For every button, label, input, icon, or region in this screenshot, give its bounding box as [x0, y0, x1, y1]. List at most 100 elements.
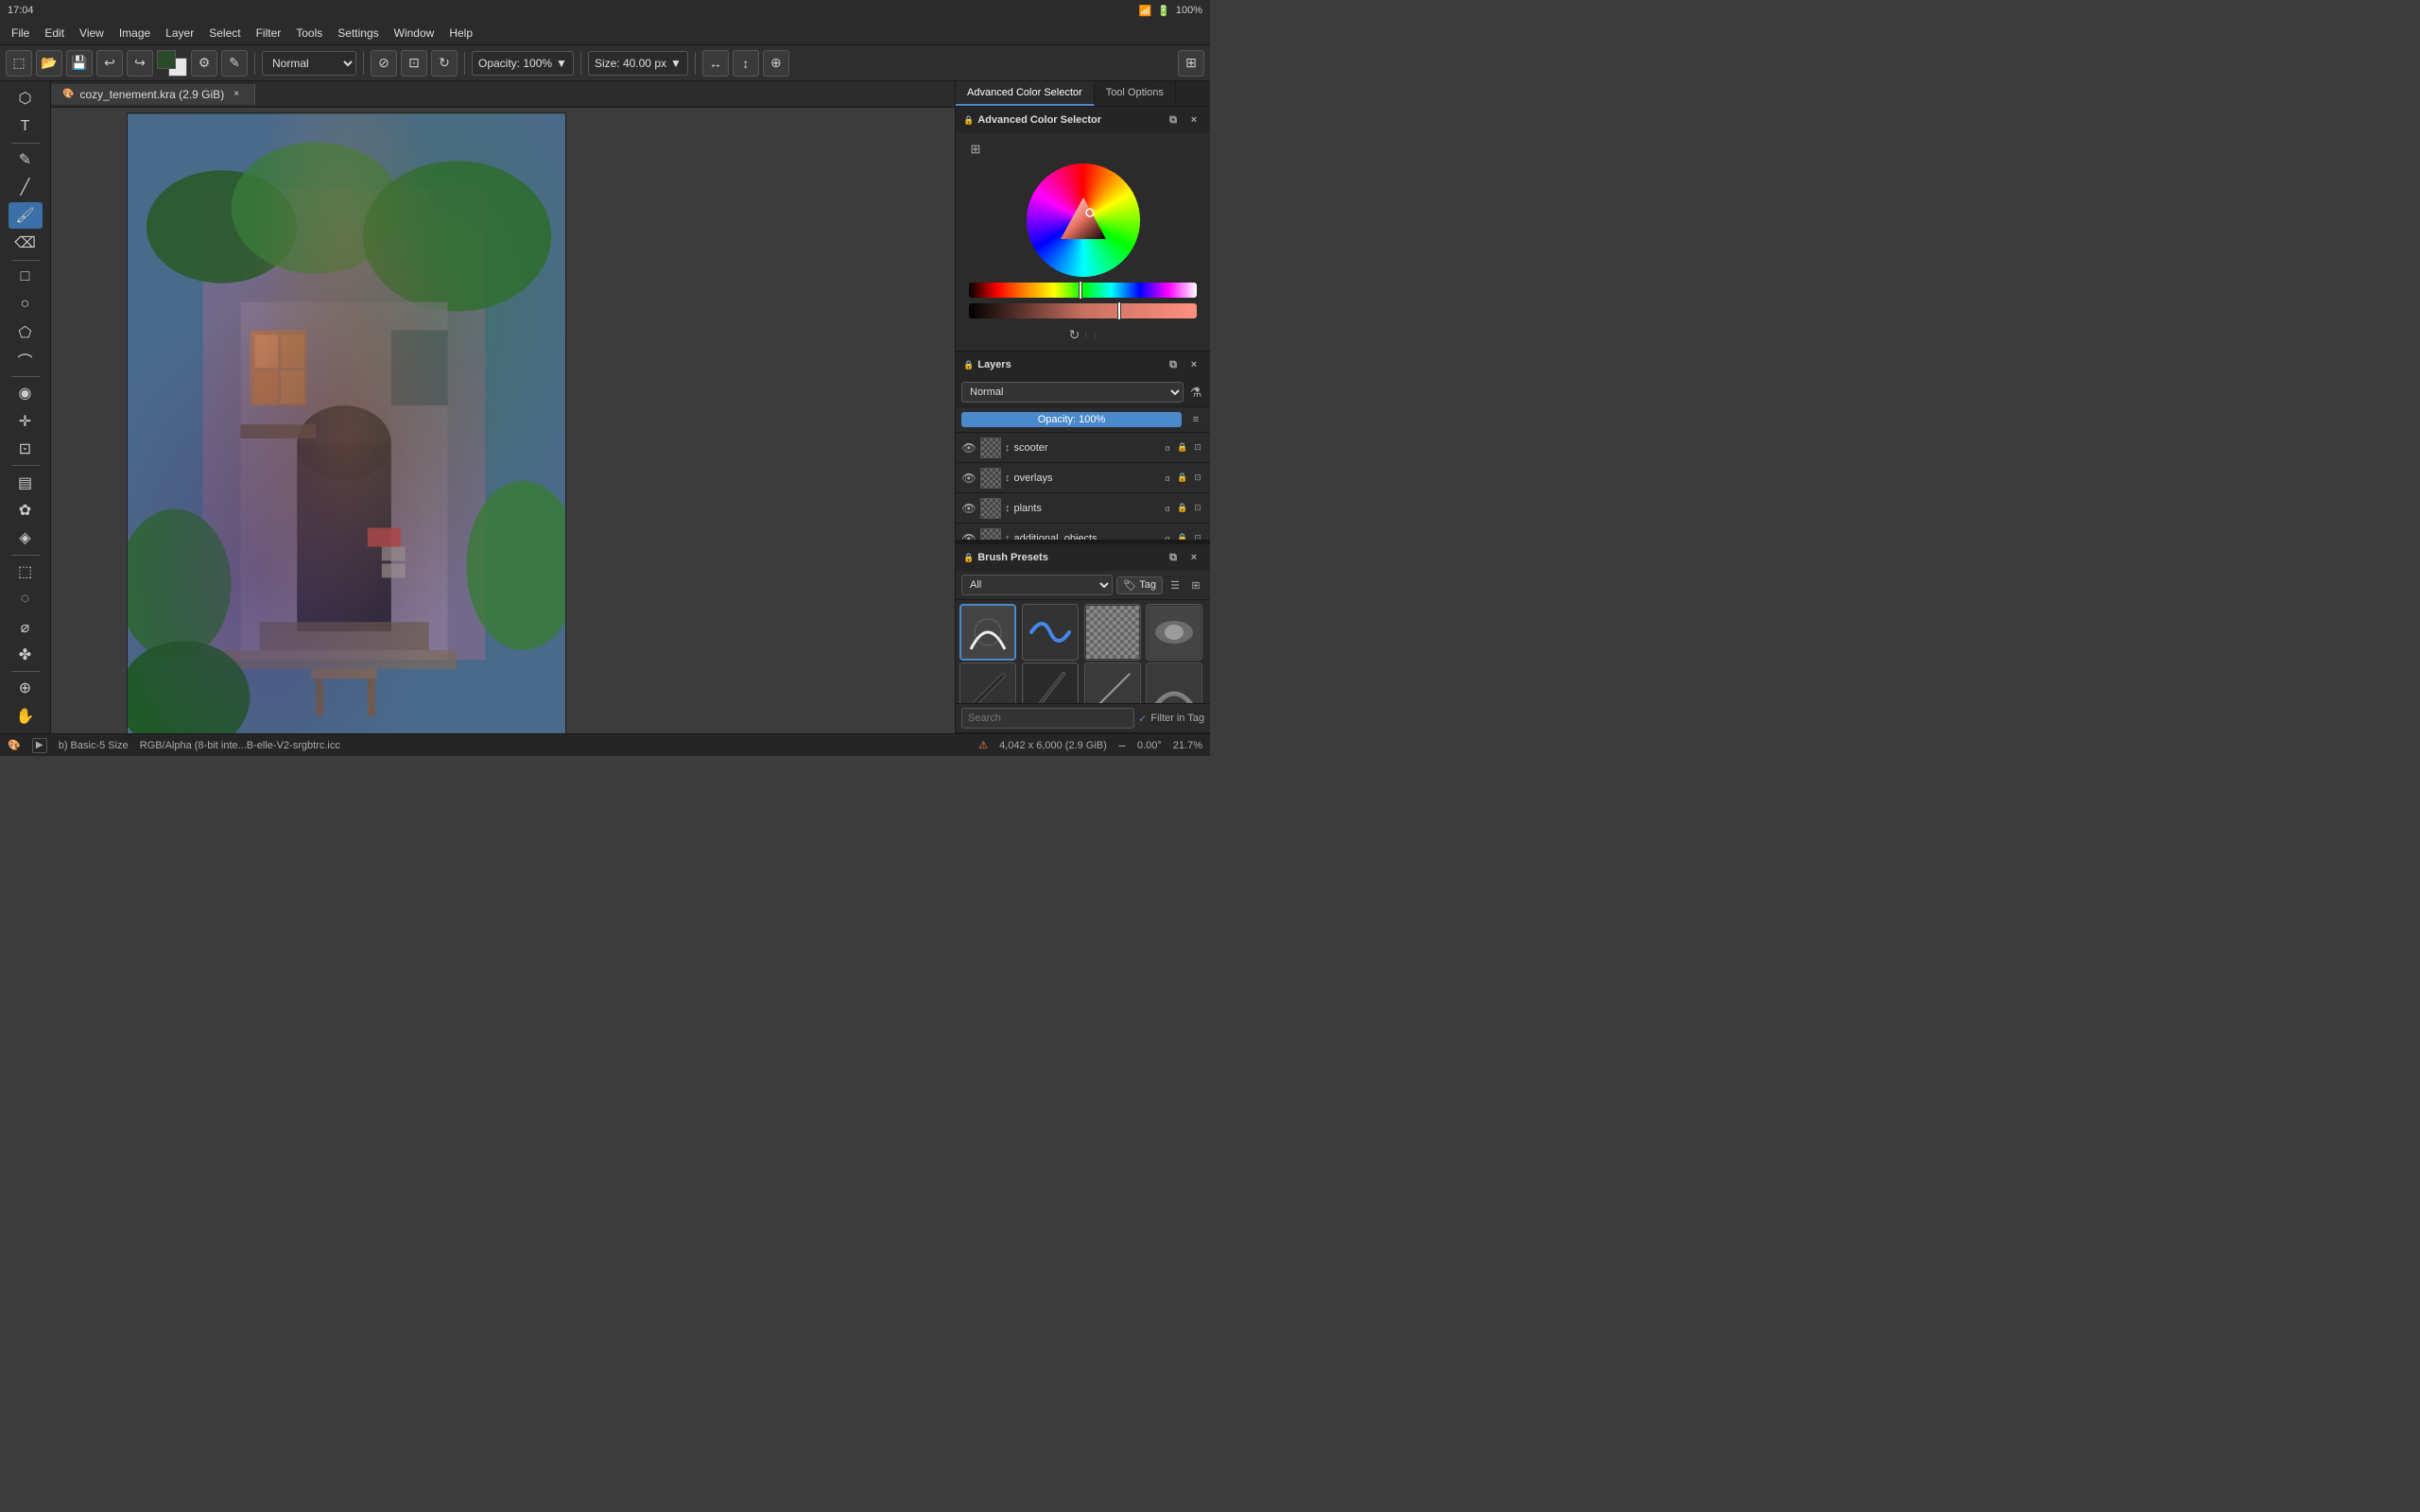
brush-grid-view-icon[interactable]: ⊞	[1187, 576, 1204, 593]
layer-inherit-alpha[interactable]: α	[1161, 532, 1174, 541]
blend-mode-select[interactable]: Normal Multiply Screen Overlay	[262, 51, 356, 76]
color-settings-button[interactable]: ⚙	[191, 50, 217, 77]
preserve-alpha-button[interactable]: ⊡	[401, 50, 427, 77]
layer-lock[interactable]: 🔒	[1176, 532, 1189, 541]
color-wheel-container[interactable]	[1027, 163, 1140, 277]
layer-visibility-toggle[interactable]: 👁	[961, 501, 977, 516]
tool-select[interactable]: ⬡	[9, 85, 43, 112]
tool-zoom[interactable]: ⊕	[9, 675, 43, 701]
color-selector-header[interactable]: 🔒 Advanced Color Selector ⧉ ×	[956, 107, 1210, 133]
brush-preset-airbrush[interactable]	[1084, 604, 1141, 661]
tool-gradient[interactable]: ▤	[9, 469, 43, 495]
layer-mask[interactable]: ⊡	[1191, 441, 1204, 455]
zoom-out-button[interactable]: −	[1118, 738, 1126, 753]
layers-collapse-icon[interactable]: 🔒	[963, 360, 974, 370]
layer-lock[interactable]: 🔒	[1176, 441, 1189, 455]
tool-freehand[interactable]: ✎	[9, 146, 43, 173]
tab-tool-options[interactable]: Tool Options	[1095, 81, 1176, 106]
lightness-cursor[interactable]	[1117, 301, 1121, 320]
new-button[interactable]: ⬚	[6, 50, 32, 77]
size-arrow[interactable]: ▼	[670, 57, 682, 70]
close-layers-icon[interactable]: ×	[1185, 356, 1202, 373]
color-refresh-icon[interactable]: ↻	[1066, 326, 1083, 343]
layer-item[interactable]: 👁 ↕ overlays α 🔒 ⊡	[956, 463, 1210, 493]
close-canvas-button[interactable]: ×	[230, 88, 243, 101]
menu-filter[interactable]: Filter	[249, 25, 289, 42]
menu-window[interactable]: Window	[387, 25, 442, 42]
menu-view[interactable]: View	[72, 25, 112, 42]
layer-options-icon[interactable]: ≡	[1187, 411, 1204, 428]
layers-header[interactable]: 🔒 Layers ⧉ ×	[956, 352, 1210, 378]
menu-settings[interactable]: Settings	[330, 25, 386, 42]
tool-ellipse-select[interactable]: ◌	[9, 586, 43, 612]
open-button[interactable]: 📂	[36, 50, 62, 77]
save-button[interactable]: 💾	[66, 50, 93, 77]
brush-presets-header[interactable]: 🔒 Brush Presets ⧉ ×	[956, 544, 1210, 571]
tool-brush[interactable]: 🖌	[9, 202, 43, 229]
hue-strip[interactable]	[969, 283, 1197, 298]
lightness-strip[interactable]	[969, 303, 1197, 318]
menu-edit[interactable]: Edit	[37, 25, 72, 42]
detach-brush-icon[interactable]: ⧉	[1165, 549, 1182, 566]
layer-item[interactable]: 👁 ↕ scooter α 🔒 ⊡	[956, 433, 1210, 463]
tool-ellipse[interactable]: ○	[9, 291, 43, 318]
redo-button[interactable]: ↪	[127, 50, 153, 77]
layer-opacity-track[interactable]: Opacity: 100%	[961, 412, 1182, 427]
menu-tools[interactable]: Tools	[288, 25, 330, 42]
layer-mask[interactable]: ⊡	[1191, 502, 1204, 515]
brush-preset-smear[interactable]	[1146, 604, 1202, 661]
tool-line[interactable]: ╱	[9, 174, 43, 200]
layer-move-icon[interactable]: ↕	[1005, 472, 1011, 484]
mirror-h-button[interactable]: ↔	[702, 50, 729, 77]
menu-select[interactable]: Select	[201, 25, 248, 42]
layer-mask[interactable]: ⊡	[1191, 472, 1204, 485]
layer-filter-icon[interactable]: ⚗	[1187, 384, 1204, 401]
tool-polygon[interactable]: ⬠	[9, 318, 43, 345]
detach-layers-icon[interactable]: ⧉	[1165, 356, 1182, 373]
brush-list-view-icon[interactable]: ☰	[1167, 576, 1184, 593]
tool-patch[interactable]: ◈	[9, 524, 43, 551]
canvas-viewport[interactable]: wotny	[51, 108, 955, 733]
layer-visibility-toggle[interactable]: 👁	[961, 440, 977, 455]
layer-inherit-alpha[interactable]: α	[1161, 441, 1174, 455]
brush-preset-basic-5[interactable]	[959, 604, 1016, 661]
brush-settings-button[interactable]: ✎	[221, 50, 248, 77]
color-history-icon[interactable]: ⊞	[967, 141, 984, 158]
layer-item[interactable]: 👁 ↕ additional_objects α 🔒 ⊡	[956, 524, 1210, 541]
erase-mode-button[interactable]: ⊘	[371, 50, 397, 77]
brush-tag-button[interactable]: 🏷 Tag	[1116, 576, 1163, 594]
wrap-button[interactable]: ↻	[431, 50, 458, 77]
foreground-color-swatch[interactable]	[157, 50, 176, 69]
opacity-arrow[interactable]: ▼	[556, 57, 567, 70]
menu-help[interactable]: Help	[441, 25, 480, 42]
layer-blend-mode-select[interactable]: Normal Multiply Screen	[961, 382, 1184, 403]
layer-move-icon[interactable]: ↕	[1005, 533, 1011, 541]
undo-button[interactable]: ↩	[96, 50, 123, 77]
color-swatches[interactable]	[157, 50, 187, 77]
tool-bezier[interactable]: ⌒	[9, 347, 43, 373]
close-color-icon[interactable]: ×	[1185, 112, 1202, 129]
detach-color-icon[interactable]: ⧉	[1165, 112, 1182, 129]
tool-pan[interactable]: ✋	[9, 703, 43, 730]
layer-visibility-toggle[interactable]: 👁	[961, 531, 977, 541]
layer-inherit-alpha[interactable]: α	[1161, 502, 1174, 515]
menu-layer[interactable]: Layer	[158, 25, 201, 42]
layer-lock[interactable]: 🔒	[1176, 472, 1189, 485]
menu-file[interactable]: File	[4, 25, 37, 42]
tool-contig-select[interactable]: ✤	[9, 642, 43, 668]
brush-collapse-icon[interactable]: 🔒	[963, 553, 974, 563]
record-indicator[interactable]: ▶	[32, 738, 47, 753]
panel-toggle-button[interactable]: ⊞	[1178, 50, 1204, 77]
layer-inherit-alpha[interactable]: α	[1161, 472, 1174, 485]
layer-move-icon[interactable]: ↕	[1005, 442, 1011, 454]
filter-tag-check-icon[interactable]: ✓	[1138, 713, 1147, 725]
collapse-icon[interactable]: 🔒	[963, 115, 974, 126]
tool-rect-select[interactable]: ⬚	[9, 558, 43, 584]
tool-eraser[interactable]: ⌫	[9, 230, 43, 256]
brush-search-input[interactable]	[961, 708, 1134, 729]
tool-fill[interactable]: ◉	[9, 380, 43, 406]
layer-visibility-toggle[interactable]: 👁	[961, 471, 977, 486]
hue-cursor[interactable]	[1079, 281, 1082, 300]
color-triangle-svg[interactable]	[1057, 194, 1110, 247]
brush-preset-pencil-1[interactable]	[959, 662, 1016, 703]
